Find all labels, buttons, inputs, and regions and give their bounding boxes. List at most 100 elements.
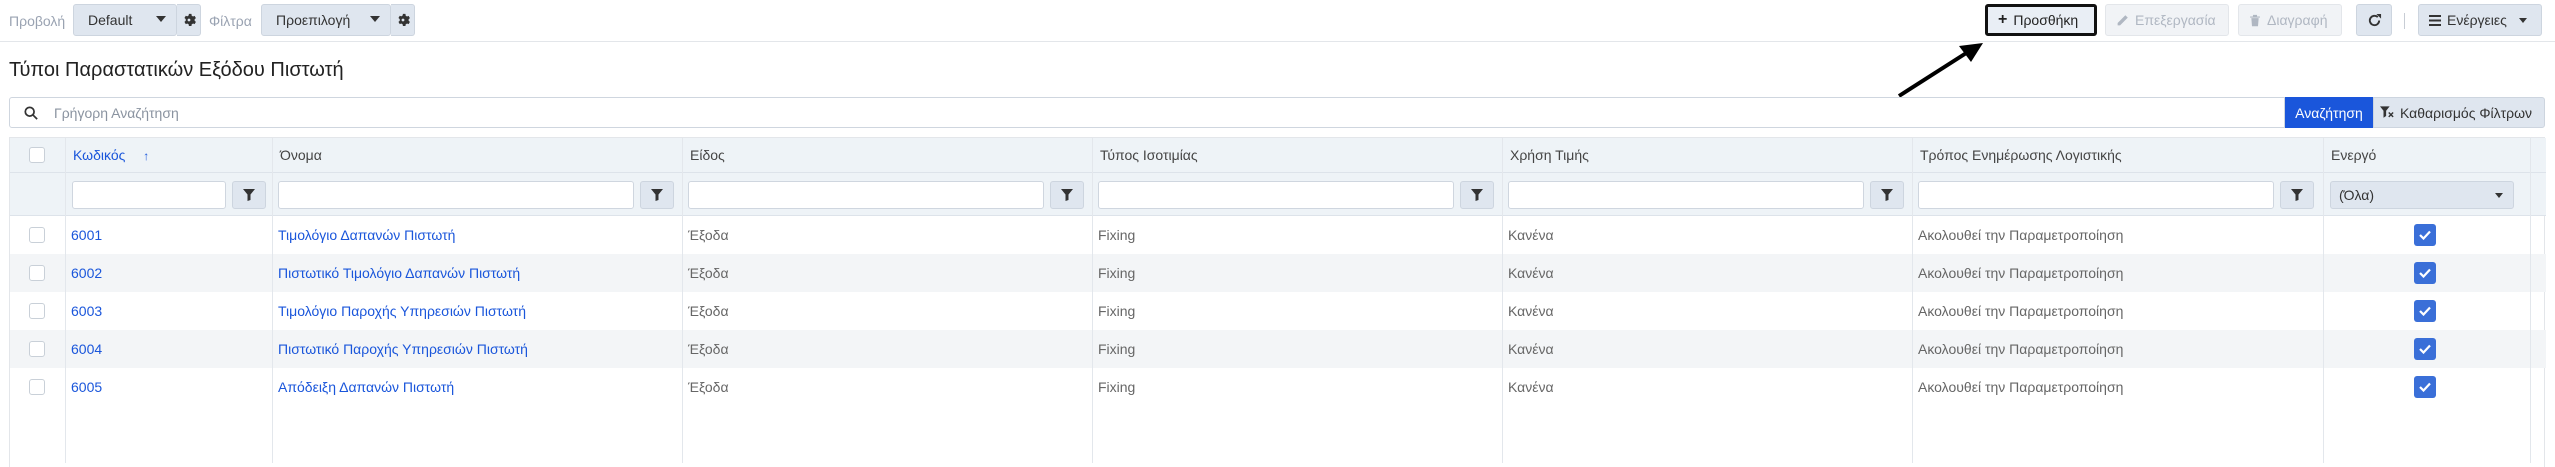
- data-grid: Κωδικός ↑ Όνομα Είδος Τύπος Ισοτιμίας Χρ…: [9, 137, 2546, 467]
- grid-filter-row: (Όλα): [10, 173, 2546, 216]
- sort-ascending-icon: ↑: [143, 149, 150, 163]
- row-kind: Έξοδα: [688, 227, 729, 243]
- check-icon: [2419, 306, 2431, 316]
- filter-button-name[interactable]: [640, 181, 674, 209]
- row-code[interactable]: 6003: [71, 303, 102, 319]
- row-active-checkbox[interactable]: [2414, 224, 2436, 246]
- row-accounting: Ακολουθεί την Παραμετροποίηση: [1918, 341, 2124, 357]
- column-divider: [1912, 138, 1913, 463]
- row-checkbox[interactable]: [29, 341, 45, 357]
- row-active-checkbox[interactable]: [2414, 262, 2436, 284]
- check-icon: [2419, 344, 2431, 354]
- select-all-checkbox[interactable]: [29, 147, 45, 163]
- filter-input-accounting[interactable]: [1918, 181, 2274, 209]
- search-input[interactable]: Γρήγορη Αναζήτηση: [9, 97, 2285, 128]
- filter-button-accounting[interactable]: [2280, 181, 2314, 209]
- row-name[interactable]: Πιστωτικό Παροχής Υπηρεσιών Πιστωτή: [278, 341, 528, 357]
- column-divider: [65, 138, 66, 463]
- toolbar: Προβολή Default Φίλτρα Προεπιλογή + Προσ…: [0, 0, 2555, 42]
- filter-button-rate-type[interactable]: [1460, 181, 1494, 209]
- row-accounting: Ακολουθεί την Παραμετροποίηση: [1918, 303, 2124, 319]
- search-button[interactable]: Αναζήτηση: [2285, 97, 2373, 128]
- column-header-accounting[interactable]: Τρόπος Ενημέρωσης Λογιστικής: [1920, 147, 2122, 163]
- filter-input-rate-type[interactable]: [1098, 181, 1454, 209]
- annotation-arrow-icon: [1897, 43, 1983, 98]
- row-price-use: Κανένα: [1508, 303, 1554, 319]
- column-header-rate-type[interactable]: Τύπος Ισοτιμίας: [1100, 147, 1198, 163]
- row-checkbox[interactable]: [29, 379, 45, 395]
- filter-button-code[interactable]: [232, 181, 266, 209]
- row-name[interactable]: Απόδειξη Δαπανών Πιστωτή: [278, 379, 454, 395]
- plus-icon: +: [1998, 11, 2008, 28]
- column-divider: [682, 138, 683, 463]
- column-header-kind[interactable]: Είδος: [690, 147, 725, 163]
- row-price-use: Κανένα: [1508, 341, 1554, 357]
- row-code[interactable]: 6005: [71, 379, 102, 395]
- filter-input-price-use[interactable]: [1508, 181, 1864, 209]
- table-row[interactable]: 6003 Τιμολόγιο Παροχής Υπηρεσιών Πιστωτή…: [10, 292, 2546, 330]
- filter-button-price-use[interactable]: [1870, 181, 1904, 209]
- grid-header: Κωδικός ↑ Όνομα Είδος Τύπος Ισοτιμίας Χρ…: [10, 138, 2546, 173]
- delete-button[interactable]: Διαγραφή: [2238, 4, 2342, 36]
- column-divider: [2323, 138, 2324, 463]
- filter-clear-icon: [2380, 106, 2394, 118]
- filter-label: Φίλτρα: [209, 13, 252, 29]
- filter-input-code[interactable]: [72, 181, 226, 209]
- chevron-down-icon: [370, 16, 380, 22]
- column-header-code-label: Κωδικός: [73, 147, 126, 163]
- column-header-price-use[interactable]: Χρήση Τιμής: [1510, 147, 1589, 163]
- actions-menu-label: Ενέργειες: [2447, 12, 2507, 28]
- filter-input-kind[interactable]: [688, 181, 1044, 209]
- table-row[interactable]: 6002 Πιστωτικό Τιμολόγιο Δαπανών Πιστωτή…: [10, 254, 2546, 292]
- clear-filters-button[interactable]: Καθαρισμός Φίλτρων: [2373, 97, 2545, 128]
- filter-input-name[interactable]: [278, 181, 634, 209]
- filter-icon: [1471, 189, 1483, 201]
- check-icon: [2419, 268, 2431, 278]
- filter-icon: [651, 189, 663, 201]
- check-icon: [2419, 230, 2431, 240]
- row-code[interactable]: 6004: [71, 341, 102, 357]
- edit-button-label: Επεξεργασία: [2135, 12, 2216, 28]
- row-active-checkbox[interactable]: [2414, 338, 2436, 360]
- row-active-checkbox[interactable]: [2414, 300, 2436, 322]
- row-active-checkbox[interactable]: [2414, 376, 2436, 398]
- row-rate-type: Fixing: [1098, 379, 1136, 395]
- row-code[interactable]: 6002: [71, 265, 102, 281]
- row-name[interactable]: Πιστωτικό Τιμολόγιο Δαπανών Πιστωτή: [278, 265, 520, 281]
- filter-icon: [2291, 189, 2303, 201]
- column-header-code[interactable]: Κωδικός ↑: [73, 147, 149, 163]
- chevron-down-icon: [2495, 193, 2503, 198]
- add-button[interactable]: + Προσθήκη: [1985, 4, 2097, 36]
- filter-select-active[interactable]: (Όλα): [2330, 181, 2514, 209]
- view-select[interactable]: Default: [73, 4, 177, 36]
- table-row[interactable]: 6004 Πιστωτικό Παροχής Υπηρεσιών Πιστωτή…: [10, 330, 2546, 368]
- view-settings-button[interactable]: [177, 4, 201, 36]
- row-checkbox[interactable]: [29, 227, 45, 243]
- search-placeholder: Γρήγορη Αναζήτηση: [54, 105, 179, 121]
- edit-button[interactable]: Επεξεργασία: [2105, 4, 2229, 36]
- actions-menu-button[interactable]: Ενέργειες: [2418, 4, 2542, 36]
- filter-button-kind[interactable]: [1050, 181, 1084, 209]
- row-rate-type: Fixing: [1098, 341, 1136, 357]
- row-price-use: Κανένα: [1508, 227, 1554, 243]
- row-checkbox[interactable]: [29, 265, 45, 281]
- table-row[interactable]: 6005 Απόδειξη Δαπανών Πιστωτή Έξοδα Fixi…: [10, 368, 2546, 406]
- column-header-active[interactable]: Ενεργό: [2331, 147, 2376, 163]
- row-name[interactable]: Τιμολόγιο Δαπανών Πιστωτή: [278, 227, 455, 243]
- row-price-use: Κανένα: [1508, 379, 1554, 395]
- row-accounting: Ακολουθεί την Παραμετροποίηση: [1918, 227, 2124, 243]
- column-header-name[interactable]: Όνομα: [280, 147, 322, 163]
- row-kind: Έξοδα: [688, 341, 729, 357]
- row-name[interactable]: Τιμολόγιο Παροχής Υπηρεσιών Πιστωτή: [278, 303, 526, 319]
- menu-icon: [2429, 14, 2441, 26]
- refresh-icon: [2368, 13, 2381, 26]
- delete-button-label: Διαγραφή: [2267, 12, 2328, 28]
- row-kind: Έξοδα: [688, 265, 729, 281]
- filter-select[interactable]: Προεπιλογή: [261, 4, 391, 36]
- filter-select-active-value: (Όλα): [2339, 187, 2375, 203]
- refresh-button[interactable]: [2356, 4, 2392, 36]
- row-code[interactable]: 6001: [71, 227, 102, 243]
- row-checkbox[interactable]: [29, 303, 45, 319]
- table-row[interactable]: 6001 Τιμολόγιο Δαπανών Πιστωτή Έξοδα Fix…: [10, 216, 2546, 254]
- filter-settings-button[interactable]: [391, 4, 415, 36]
